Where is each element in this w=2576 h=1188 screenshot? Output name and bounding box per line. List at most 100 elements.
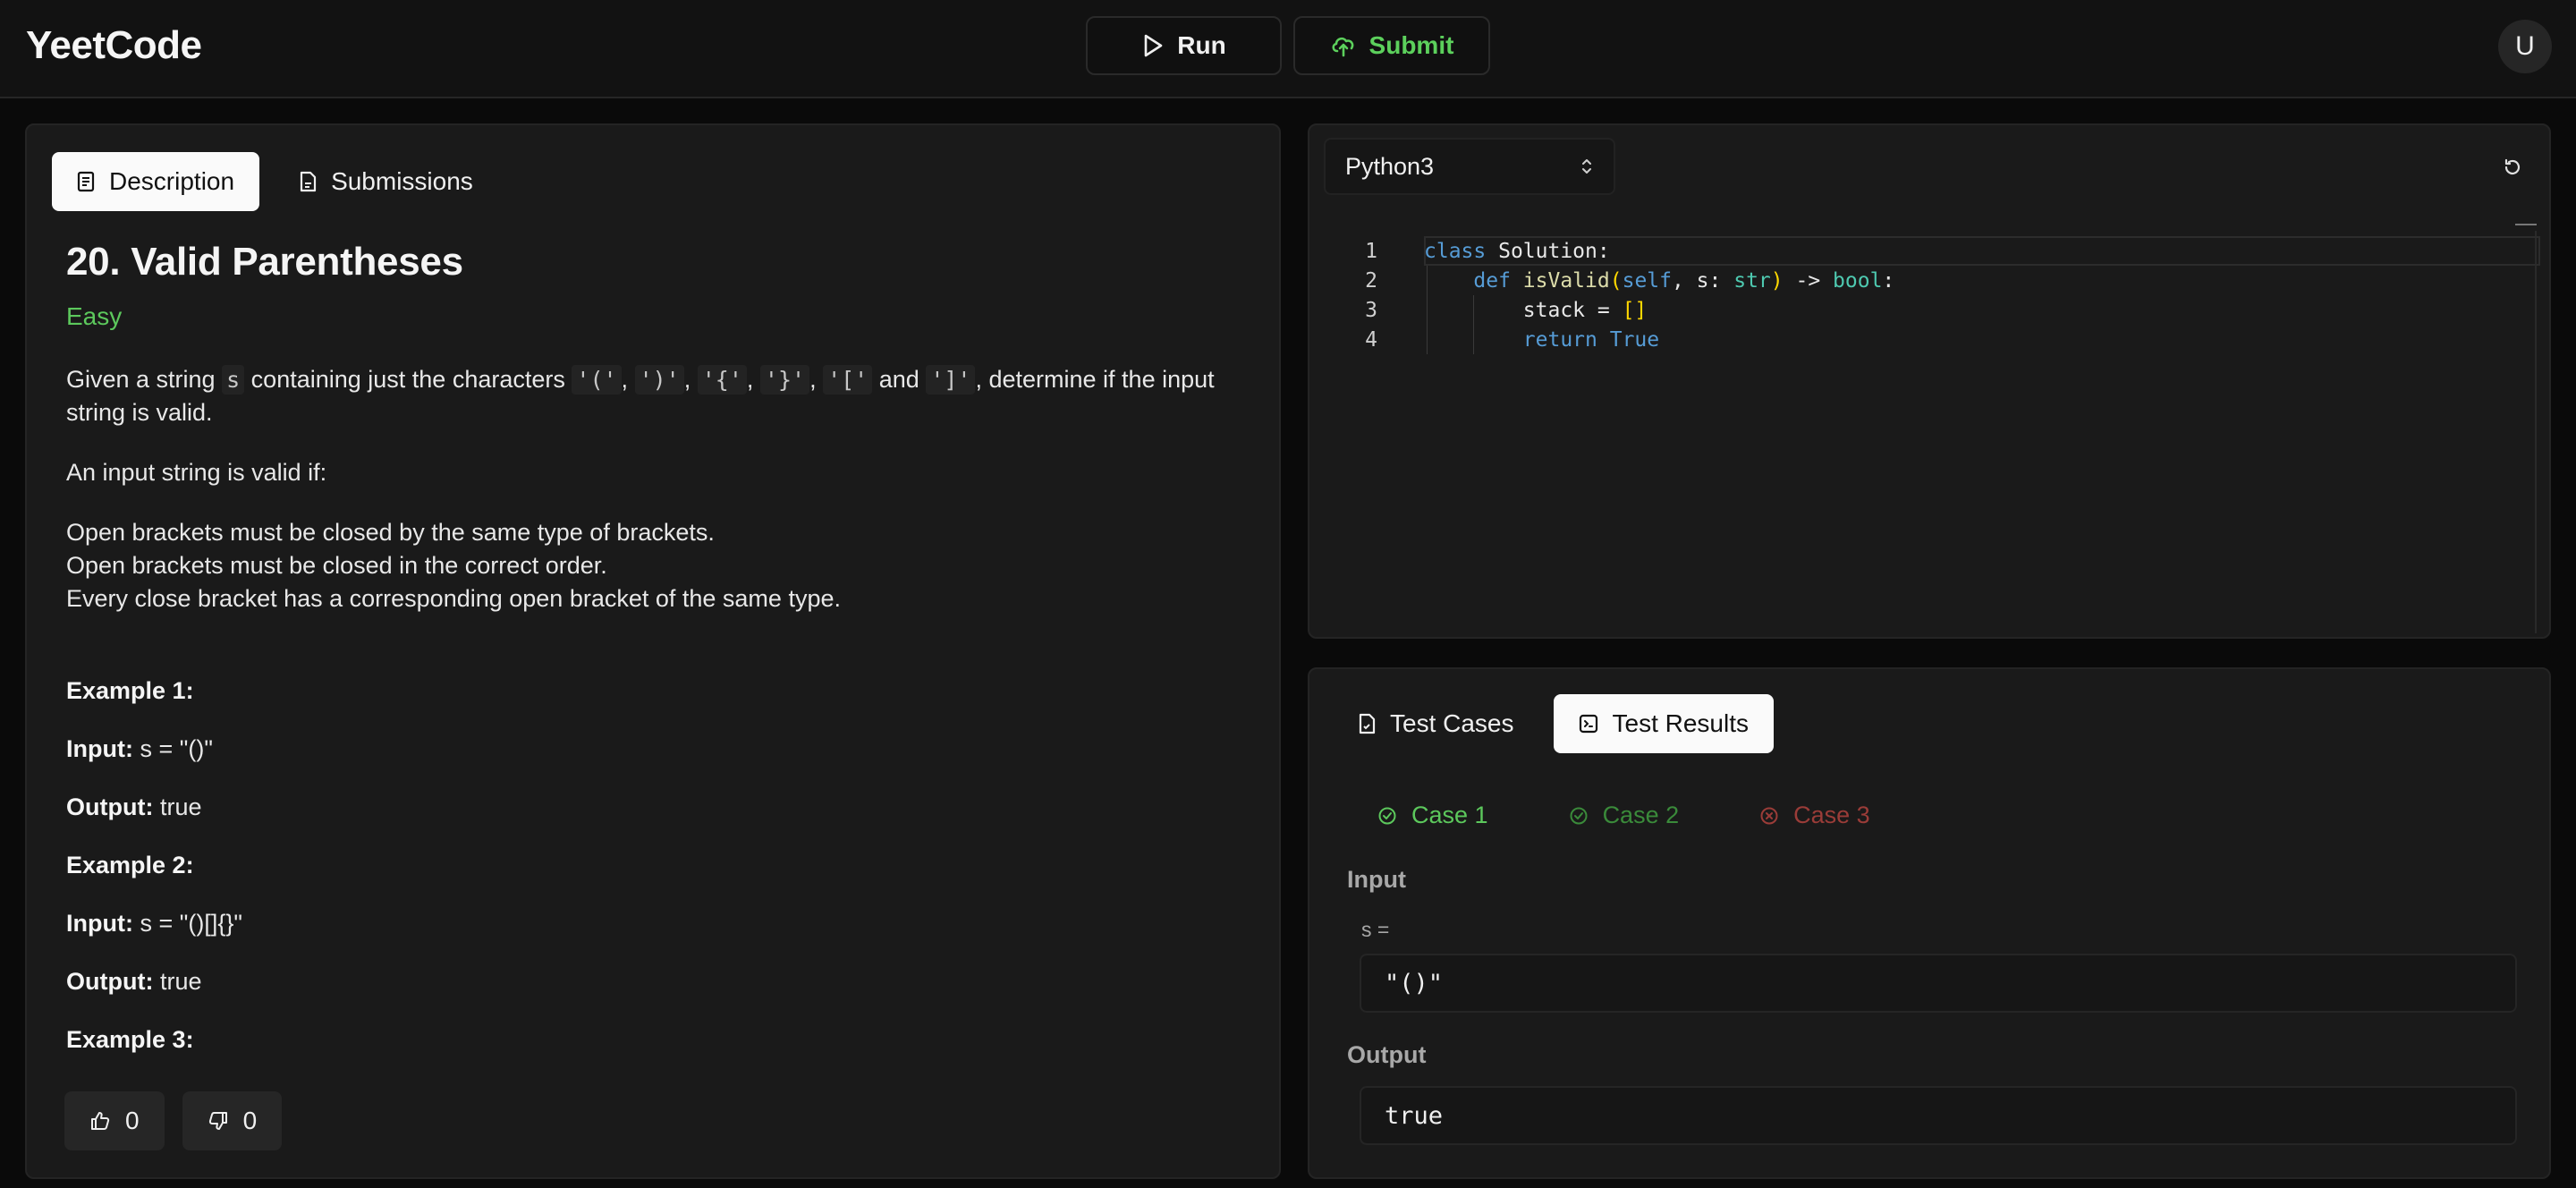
dislike-button[interactable]: 0 [182, 1091, 283, 1150]
valid-if-text: An input string is valid if: [66, 459, 327, 486]
code-line: 2 def isValid(self, s: str) -> bool: [1309, 266, 2549, 295]
problem-tabs: Description Submissions [52, 152, 498, 211]
play-icon [1144, 34, 1163, 57]
document-icon [77, 171, 95, 192]
test-tabs: Test Cases Test Results [1333, 694, 1774, 753]
variable-label: s = [1361, 918, 1390, 941]
rule-item: Open brackets must be closed by the same… [66, 519, 715, 546]
output-label: Output: [66, 968, 154, 995]
submit-label: Submit [1368, 31, 1454, 59]
reset-code-button[interactable] [2503, 157, 2522, 182]
input-section-label: Input [1347, 866, 1406, 893]
problem-statement: Given a string s containing just the cha… [66, 365, 1215, 426]
code-line: 4 return True [1309, 325, 2549, 354]
code-text: class Solution: [1424, 239, 1610, 263]
example-input: Input: s = "()[]{}" [66, 907, 1247, 940]
tab-test-results[interactable]: Test Results [1553, 694, 1774, 753]
chevron-up-down-icon [1582, 159, 1591, 174]
inline-code: '[' [823, 365, 873, 395]
run-button[interactable]: Run [1086, 16, 1282, 75]
file-icon [300, 171, 317, 192]
tab-test-cases[interactable]: Test Cases [1333, 694, 1539, 753]
output-label: Output: [66, 793, 154, 820]
inline-code: '(' [572, 365, 622, 395]
problem-description: 20. Valid Parentheses Easy Given a strin… [66, 240, 1247, 1082]
code-text: def isValid(self, s: str) -> bool: [1473, 268, 1895, 293]
statement-text: and [878, 366, 919, 393]
output-value: true [159, 968, 202, 995]
test-file-icon [1359, 713, 1376, 734]
check-circle-icon [1570, 807, 1588, 824]
avatar[interactable]: U [2498, 20, 2552, 73]
inline-code: '{' [697, 365, 747, 395]
thumbs-down-icon [208, 1112, 227, 1130]
case-2-tab[interactable]: Case 2 [1569, 802, 1680, 829]
example-heading: Example 1: [66, 677, 194, 704]
output-section-label: Output [1347, 1041, 1427, 1068]
tab-description-label: Description [109, 167, 235, 195]
inline-code: '}' [759, 365, 810, 395]
test-panel: Test Cases Test Results Case 1 Case 2 Ca… [1308, 667, 2551, 1179]
like-count: 0 [125, 1107, 140, 1134]
input-value: s = "()[]{}" [140, 910, 242, 937]
input-value: s = "()" [140, 735, 213, 762]
code-text: return True [1522, 327, 1660, 352]
terminal-icon [1579, 714, 1597, 734]
line-number: 1 [1365, 239, 1377, 263]
difficulty-badge: Easy [66, 302, 123, 330]
line-number: 4 [1365, 327, 1377, 352]
rules-list: Open brackets must be closed by the same… [66, 516, 1247, 615]
example-output: Output: true [66, 965, 1247, 998]
tab-test-results-label: Test Results [1612, 709, 1750, 737]
reset-icon [2504, 158, 2521, 175]
submit-button[interactable]: Submit [1293, 16, 1490, 75]
problem-panel: Description Submissions 20. Valid Parent… [25, 123, 1281, 1179]
input-value-box: "()" [1360, 954, 2517, 1013]
inline-code: ')' [634, 365, 684, 395]
cloud-upload-icon [1331, 37, 1353, 57]
case-3-tab[interactable]: Case 3 [1759, 802, 1870, 829]
inline-code: s [222, 365, 245, 395]
case-1-tab[interactable]: Case 1 [1377, 802, 1488, 829]
code-text: stack = [] [1424, 298, 1648, 322]
line-number: 2 [1365, 268, 1377, 293]
top-bar: YeetCode Run Submit U [0, 0, 2576, 98]
vote-bar: 0 0 [64, 1091, 283, 1150]
output-value-box: true [1360, 1086, 2517, 1145]
case-label: Case 1 [1411, 802, 1488, 828]
code-line: 3 stack = [] [1309, 295, 2549, 325]
like-button[interactable]: 0 [64, 1091, 165, 1150]
example-output: Output: true [66, 791, 1247, 824]
code-area[interactable]: 1 class Solution: 2 def isValid(self, s:… [1309, 225, 2549, 637]
problem-title: 20. Valid Parentheses [66, 240, 463, 284]
inline-code: ']' [926, 365, 976, 395]
logo[interactable]: YeetCode [26, 23, 202, 68]
check-circle-icon [1378, 807, 1396, 824]
case-label: Case 2 [1602, 802, 1680, 828]
tab-submissions-label: Submissions [331, 167, 473, 195]
line-number: 3 [1365, 298, 1377, 322]
statement-text: Given a string [66, 366, 216, 393]
x-circle-icon [1760, 807, 1778, 824]
thumbs-up-icon [91, 1112, 110, 1130]
rule-item: Every close bracket has a corresponding … [66, 585, 841, 612]
tab-submissions[interactable]: Submissions [274, 152, 498, 211]
tab-description[interactable]: Description [52, 152, 260, 211]
example-heading: Example 3: [66, 1026, 194, 1053]
case-tabs: Case 1 Case 2 Case 3 [1377, 802, 1870, 829]
dislike-count: 0 [242, 1107, 258, 1134]
examples: Example 1: Input: s = "()" Output: true … [66, 675, 1247, 1056]
statement-text: containing just the characters [250, 366, 565, 393]
case-label: Case 3 [1793, 802, 1870, 828]
input-label: Input: [66, 735, 133, 762]
example-heading: Example 2: [66, 852, 194, 878]
language-select[interactable]: Python3 [1324, 138, 1615, 195]
tab-test-cases-label: Test Cases [1390, 709, 1514, 737]
input-label: Input: [66, 910, 133, 937]
example-input: Input: s = "()" [66, 733, 1247, 766]
language-value: Python3 [1345, 152, 1435, 180]
output-value: true [159, 793, 202, 820]
run-label: Run [1177, 31, 1226, 59]
rule-item: Open brackets must be closed in the corr… [66, 552, 607, 579]
code-editor-panel: Python3 1 class Solution: 2 def isValid(… [1308, 123, 2551, 639]
